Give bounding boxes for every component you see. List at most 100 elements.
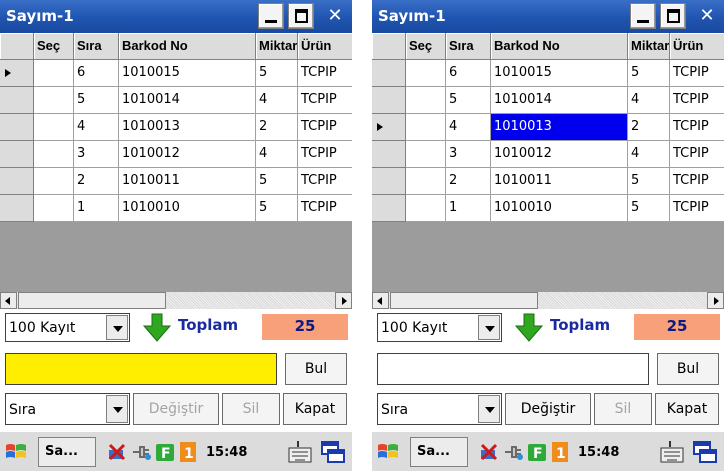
table-row[interactable]: 4 1010013 2 TCPIP	[372, 114, 724, 141]
row-indicator[interactable]	[0, 114, 34, 141]
table-row[interactable]: 1 1010010 5 TCPIP	[0, 195, 352, 222]
column-header-sira[interactable]: Sıra	[446, 33, 491, 60]
cell-sec[interactable]	[34, 141, 74, 168]
record-limit-select[interactable]: 100 Kayıt	[377, 313, 502, 342]
cell-barkod[interactable]: 1010010	[119, 195, 256, 222]
cell-sira[interactable]: 5	[74, 87, 119, 114]
cell-barkod[interactable]: 1010011	[119, 168, 256, 195]
data-grid[interactable]: Seç Sıra Barkod No Miktar Ürün 6 1010015 5…	[372, 33, 724, 291]
column-header-miktar[interactable]: Miktar	[628, 33, 670, 60]
cell-sec[interactable]	[406, 141, 446, 168]
cell-barkod[interactable]: 1010013	[119, 114, 256, 141]
row-indicator[interactable]	[372, 87, 406, 114]
cell-sira[interactable]: 1	[74, 195, 119, 222]
row-indicator[interactable]	[372, 60, 406, 87]
cell-sec[interactable]	[406, 168, 446, 195]
row-indicator[interactable]	[0, 141, 34, 168]
cell-miktar[interactable]: 5	[256, 168, 298, 195]
cell-miktar[interactable]: 5	[628, 60, 670, 87]
cell-sira[interactable]: 6	[446, 60, 491, 87]
cell-miktar[interactable]: 4	[628, 87, 670, 114]
horizontal-scrollbar[interactable]	[372, 291, 724, 309]
cell-urun[interactable]: TCPIP	[298, 114, 352, 141]
cell-miktar[interactable]: 4	[256, 141, 298, 168]
cell-barkod[interactable]: 1010015	[119, 60, 256, 87]
barcode-search-input[interactable]	[377, 353, 649, 385]
column-header-sec[interactable]: Seç	[34, 33, 74, 60]
row-indicator[interactable]	[0, 168, 34, 195]
f-icon[interactable]: F	[526, 442, 548, 462]
table-row[interactable]: 5 1010014 4 TCPIP	[0, 87, 352, 114]
cell-barkod[interactable]: 1010010	[491, 195, 628, 222]
scroll-thumb[interactable]	[390, 292, 538, 309]
network-plug-icon[interactable]	[130, 442, 152, 462]
cell-urun[interactable]: TCPIP	[298, 141, 352, 168]
cell-sira[interactable]: 3	[446, 141, 491, 168]
cell-sira[interactable]: 4	[446, 114, 491, 141]
one-icon[interactable]: 1	[178, 442, 200, 462]
cell-sec[interactable]	[34, 114, 74, 141]
table-row[interactable]: 6 1010015 5 TCPIP	[372, 60, 724, 87]
cell-sec[interactable]	[406, 87, 446, 114]
cell-miktar[interactable]: 4	[628, 141, 670, 168]
column-header-barkod[interactable]: Barkod No	[119, 33, 256, 60]
cell-sec[interactable]	[34, 60, 74, 87]
cell-sec[interactable]	[34, 195, 74, 222]
dropdown-button[interactable]	[106, 315, 128, 340]
kapat-button[interactable]: Kapat	[283, 393, 347, 425]
row-indicator[interactable]	[0, 87, 34, 114]
barcode-search-input[interactable]	[5, 353, 277, 385]
dropdown-button[interactable]	[478, 395, 500, 423]
cell-barkod[interactable]: 1010012	[119, 141, 256, 168]
cell-sec[interactable]	[406, 114, 446, 141]
cell-urun[interactable]: TCPIP	[670, 87, 724, 114]
column-header-sec[interactable]: Seç	[406, 33, 446, 60]
bul-button[interactable]: Bul	[285, 353, 347, 385]
table-row[interactable]: 1 1010010 5 TCPIP	[372, 195, 724, 222]
column-header-sira[interactable]: Sıra	[74, 33, 119, 60]
cell-miktar[interactable]: 5	[256, 195, 298, 222]
row-indicator[interactable]	[0, 60, 34, 87]
cell-sec[interactable]	[406, 195, 446, 222]
close-button[interactable]: ✕	[694, 3, 720, 29]
cell-sira[interactable]: 3	[74, 141, 119, 168]
row-indicator[interactable]	[372, 168, 406, 195]
table-row[interactable]: 6 1010015 5 TCPIP	[0, 60, 352, 87]
cell-urun[interactable]: TCPIP	[298, 60, 352, 87]
close-button[interactable]: ✕	[322, 3, 348, 29]
cell-barkod[interactable]: 1010012	[491, 141, 628, 168]
data-grid[interactable]: Seç Sıra Barkod No Miktar Ürün 6 1010015 5…	[0, 33, 352, 291]
windows-switch-icon[interactable]	[690, 438, 718, 466]
table-row[interactable]: 2 1010011 5 TCPIP	[0, 168, 352, 195]
cell-barkod[interactable]: 1010014	[119, 87, 256, 114]
taskbar-app-button[interactable]: Sa...	[38, 437, 96, 467]
row-indicator[interactable]	[0, 195, 34, 222]
table-row[interactable]: 3 1010012 4 TCPIP	[372, 141, 724, 168]
windows-switch-icon[interactable]	[318, 438, 346, 466]
horizontal-scrollbar[interactable]	[0, 291, 352, 309]
column-header-barkod[interactable]: Barkod No	[491, 33, 628, 60]
cell-barkod[interactable]: 1010013	[491, 114, 628, 141]
cell-miktar[interactable]: 4	[256, 87, 298, 114]
keyboard-icon[interactable]	[286, 438, 314, 466]
cell-sira[interactable]: 1	[446, 195, 491, 222]
tools-icon[interactable]	[478, 442, 500, 462]
cell-urun[interactable]: TCPIP	[298, 168, 352, 195]
cell-sec[interactable]	[34, 168, 74, 195]
sort-field-select[interactable]: Sıra	[377, 393, 502, 425]
cell-urun[interactable]: TCPIP	[670, 195, 724, 222]
dropdown-button[interactable]	[106, 395, 128, 423]
cell-urun[interactable]: TCPIP	[670, 60, 724, 87]
windows-start-icon[interactable]	[376, 441, 400, 463]
scroll-left-button[interactable]	[0, 292, 17, 309]
cell-urun[interactable]: TCPIP	[670, 114, 724, 141]
cell-miktar[interactable]: 5	[628, 168, 670, 195]
cell-sira[interactable]: 6	[74, 60, 119, 87]
degistir-button[interactable]: Değiştir	[133, 393, 219, 425]
degistir-button[interactable]: Değiştir	[505, 393, 591, 425]
sil-button[interactable]: Sil	[594, 393, 652, 425]
dropdown-button[interactable]	[478, 315, 500, 340]
windows-start-icon[interactable]	[4, 441, 28, 463]
table-row[interactable]: 4 1010013 2 TCPIP	[0, 114, 352, 141]
table-row[interactable]: 5 1010014 4 TCPIP	[372, 87, 724, 114]
